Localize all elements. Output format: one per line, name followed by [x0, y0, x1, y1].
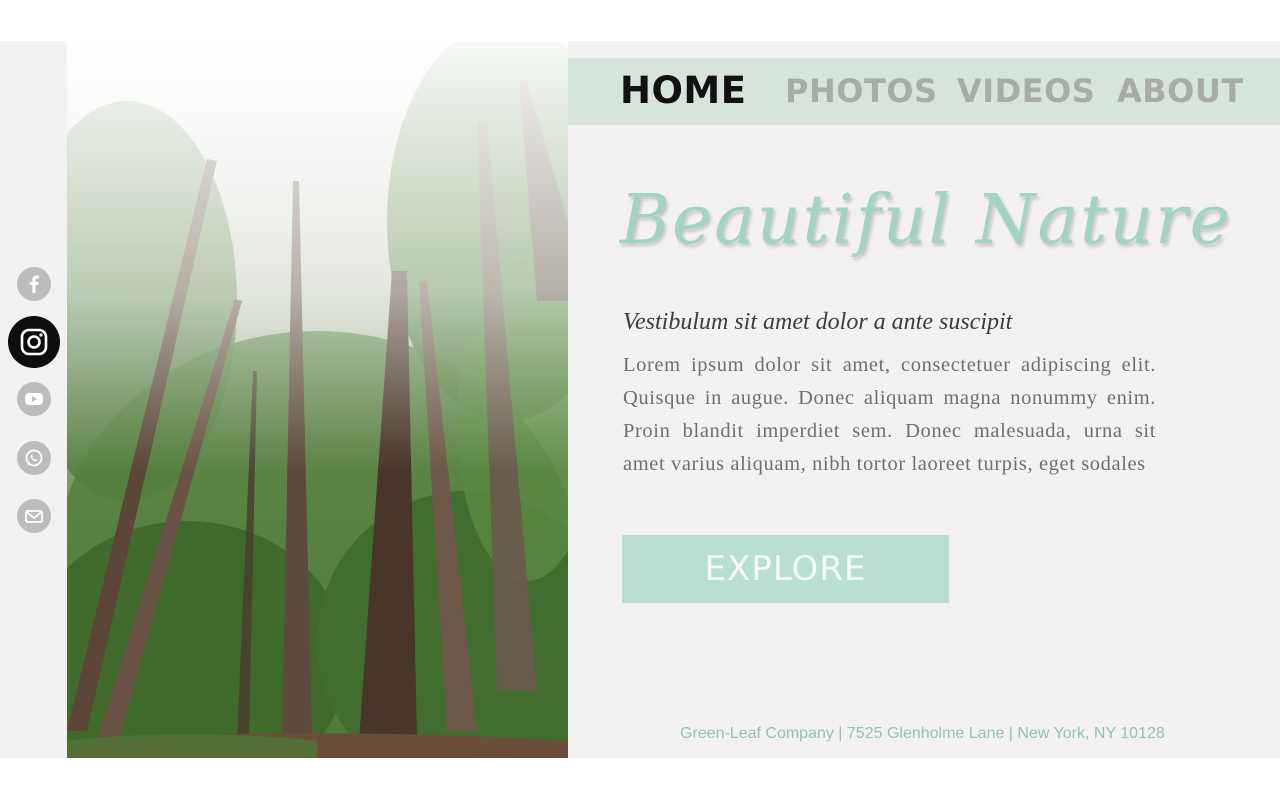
explore-button[interactable]: EXPLORE [622, 535, 949, 603]
nav-about[interactable]: ABOUT [1117, 72, 1244, 110]
body-text: Lorem ipsum dolor sit amet, consectetuer… [623, 354, 1156, 475]
nav-photos[interactable]: PHOTOS [785, 72, 938, 110]
subheading: Vestibulum sit amet dolor a ante suscipi… [623, 309, 1013, 335]
whatsapp-icon[interactable] [17, 441, 51, 475]
footer-address: Green-Leaf Company | 7525 Glenholme Lane… [680, 725, 1165, 742]
page: HOME PHOTOS VIDEOS ABOUT Beautiful Natur… [0, 41, 1280, 758]
instagram-icon[interactable] [8, 316, 60, 368]
page-title: Beautiful Nature [620, 181, 1232, 260]
nav-videos[interactable]: VIDEOS [957, 72, 1095, 110]
forest-photo [67, 41, 568, 758]
social-rail [0, 41, 68, 758]
nav-home[interactable]: HOME [620, 69, 747, 112]
nav-bar: HOME PHOTOS VIDEOS ABOUT [568, 58, 1280, 125]
youtube-icon[interactable] [17, 382, 51, 416]
facebook-icon[interactable] [17, 267, 51, 301]
mail-icon[interactable] [17, 499, 51, 533]
